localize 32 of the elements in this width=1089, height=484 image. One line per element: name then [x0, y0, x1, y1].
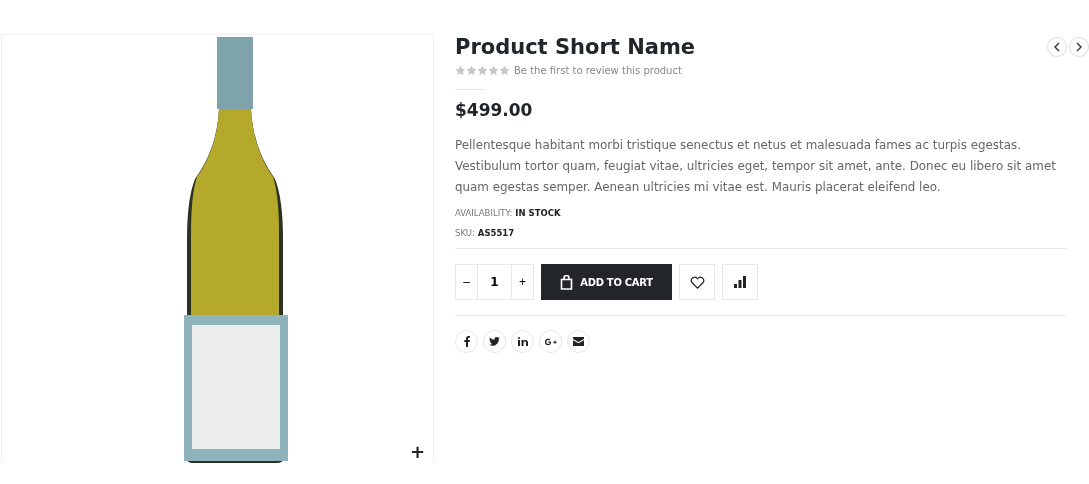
star-icon — [466, 65, 477, 76]
product-title: Product Short Name — [455, 34, 696, 60]
add-to-cart-button[interactable]: ADD TO CART — [541, 264, 672, 300]
bar-chart-icon — [734, 276, 746, 288]
previous-button[interactable] — [1047, 37, 1067, 57]
increase-button[interactable]: + — [511, 264, 534, 300]
facebook-icon — [463, 336, 470, 347]
quantity-field[interactable]: 1 — [478, 264, 511, 300]
linkedin-icon — [517, 337, 528, 346]
meta-value: AS5517 — [477, 228, 515, 238]
chevron-left-icon — [1054, 42, 1060, 52]
zoom-button[interactable]: + — [409, 443, 425, 461]
decrease-button[interactable]: – — [455, 264, 478, 300]
envelope-icon — [573, 337, 584, 346]
twitter-bird-icon — [489, 337, 500, 346]
shopping-bag-icon — [560, 274, 574, 290]
meta-value: IN STOCK — [515, 208, 561, 218]
product-price: $499.00 — [455, 100, 534, 120]
review-link[interactable]: Be the first to review this product — [514, 65, 682, 76]
wishlist-button[interactable] — [679, 264, 715, 300]
google-plus-icon — [544, 337, 557, 346]
star-icon — [477, 65, 488, 76]
compare-button[interactable] — [722, 264, 758, 300]
meta-label: AVAILABILITY: — [455, 208, 513, 218]
product-description: Pellentesque habitant morbi tristique senectus et netus et malesuada fames ac turpis egestas. Vestibulum tortor quam, feugiat vitae, ultricies eget, tempor sit amet, ante. Donec eu libero sit amet quam egestas semper. Aenean ultricies mi vitae est. Mauris placerat eleifend leo. — [455, 137, 1057, 196]
next-button[interactable] — [1069, 37, 1089, 57]
star-icon — [499, 65, 510, 76]
chevron-right-icon — [1076, 42, 1082, 52]
meta-label: SKU: — [455, 228, 475, 238]
star-icon — [455, 65, 466, 76]
star-icon — [488, 65, 499, 76]
heart-icon — [689, 275, 705, 289]
